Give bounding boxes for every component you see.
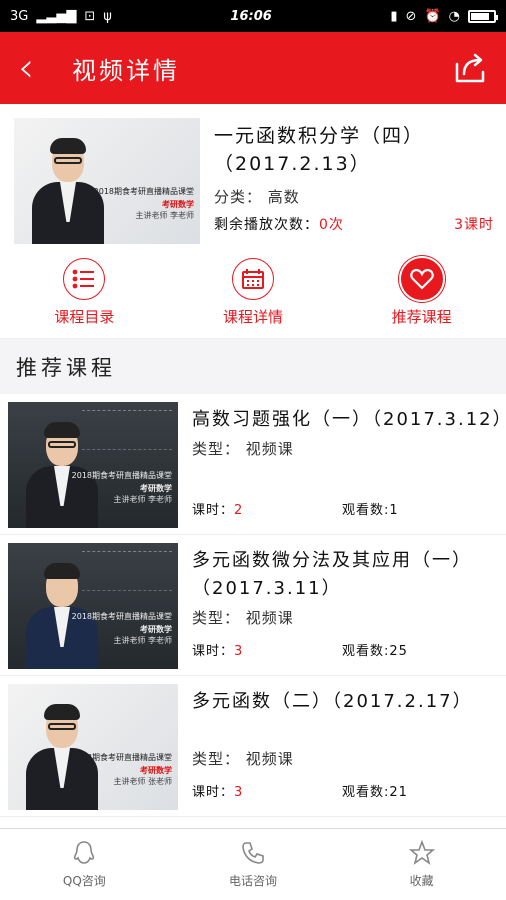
thumbnail-subject: 考研数学 bbox=[140, 624, 172, 634]
remaining-label: 剩余播放次数： bbox=[214, 217, 319, 233]
details-label: 课程详情 bbox=[222, 308, 283, 326]
thumbnail-caption: 2018期食考研直播精品课堂 bbox=[93, 187, 194, 197]
action-bar: 课程目录 课程详情 推荐课程 bbox=[0, 256, 506, 338]
heart-icon bbox=[400, 258, 443, 300]
item-type: 类型： 视频课 bbox=[192, 440, 294, 458]
notification-icon: ⊡ bbox=[84, 8, 96, 24]
details-button[interactable]: 课程详情 bbox=[183, 258, 323, 338]
thumbnail-caption: 2018期食考研直播精品课堂 bbox=[71, 753, 172, 763]
thumbnail-teacher: 主讲老师 李老师 bbox=[113, 494, 172, 504]
sim-icon: ▮ bbox=[390, 8, 398, 24]
course-hours: 3课时 bbox=[454, 217, 494, 233]
hours-value: 2 bbox=[234, 503, 244, 518]
favorite-button[interactable]: 收藏 bbox=[342, 829, 502, 900]
phone-icon bbox=[242, 842, 264, 864]
item-title: 多元函数（二）（2017.2.17） bbox=[192, 691, 473, 712]
battery-icon bbox=[467, 9, 498, 23]
thumbnail-teacher: 主讲老师 李老师 bbox=[113, 635, 172, 645]
item-hours: 课时：3 bbox=[192, 640, 342, 659]
list-item[interactable]: 2018期食考研直播精品课堂 考研数学 主讲老师 李老师 高数习题强化（一）（2… bbox=[0, 394, 506, 535]
hours-value: 3 bbox=[234, 644, 244, 659]
signal-icon: ▂▃▅▇ bbox=[36, 8, 77, 24]
qq-consult-button[interactable]: QQ咨询 bbox=[4, 829, 164, 900]
thumbnail-teacher: 主讲老师 李老师 bbox=[135, 210, 194, 220]
section-title: 推荐课程 bbox=[0, 338, 506, 394]
course-category: 分类： 高数 bbox=[214, 188, 300, 206]
phone-consult-button[interactable]: 电话咨询 bbox=[173, 829, 333, 900]
usb-icon: ψ bbox=[103, 8, 112, 24]
catalog-label: 课程目录 bbox=[54, 308, 115, 326]
item-type: 类型： 视频课 bbox=[192, 609, 294, 627]
share-icon[interactable] bbox=[452, 50, 488, 86]
item-title: 高数习题强化（一）（2017.3.12） bbox=[192, 409, 506, 430]
list-item[interactable]: 2018期食考研直播精品课堂 考研数学 主讲老师 李老师 多元函数微分法及其应用… bbox=[0, 535, 506, 676]
list-item[interactable]: 2018期食考研直播精品课堂 考研数学 主讲老师 张老师 多元函数（二）（201… bbox=[0, 676, 506, 817]
app-bar: ‹ 视频详情 bbox=[0, 32, 506, 104]
chevron-left-icon[interactable]: ‹ bbox=[18, 48, 58, 88]
thumbnail-teacher: 主讲老师 张老师 bbox=[113, 776, 172, 786]
hours-label: 课时： bbox=[192, 644, 235, 659]
catalog-button[interactable]: 课程目录 bbox=[14, 258, 154, 338]
alarm-icon: ⏰ bbox=[424, 8, 441, 24]
remaining-plays: 剩余播放次数：0次 bbox=[214, 214, 344, 234]
hours-value: 3 bbox=[234, 785, 244, 800]
item-hours: 课时：2 bbox=[192, 499, 342, 518]
thumbnail-subject: 考研数学 bbox=[162, 199, 194, 209]
course-thumbnail[interactable]: 2018期食考研直播精品课堂 考研数学 主讲老师 李老师 bbox=[8, 402, 178, 528]
hours-label: 课时： bbox=[192, 785, 235, 800]
favorite-label: 收藏 bbox=[409, 874, 434, 888]
mute-icon: ⊘ bbox=[405, 8, 417, 24]
remaining-value: 0次 bbox=[319, 217, 344, 233]
thumbnail-caption: 2018期食考研直播精品课堂 bbox=[71, 612, 172, 622]
calendar-icon bbox=[231, 258, 274, 300]
course-title: 一元函数积分学（四）（2017.2.13） bbox=[214, 125, 425, 175]
star-icon bbox=[408, 840, 435, 865]
clock: 16:06 bbox=[230, 8, 272, 24]
item-title: 多元函数微分法及其应用（一）（2017.3.11） bbox=[192, 550, 472, 599]
item-hours: 课时：3 bbox=[192, 781, 342, 800]
thumbnail-subject: 考研数学 bbox=[140, 483, 172, 493]
course-thumbnail[interactable]: 2018期食考研直播精品课堂 考研数学 主讲老师 张老师 bbox=[8, 684, 178, 810]
thumbnail-caption: 2018期食考研直播精品课堂 bbox=[71, 471, 172, 481]
network-indicator: 3G bbox=[10, 8, 29, 24]
item-views: 观看数:25 bbox=[342, 644, 408, 659]
list-icon bbox=[63, 258, 106, 300]
wifi-icon: ◔ bbox=[448, 8, 460, 24]
status-bar: 3G ▂▃▅▇ ⊡ ψ 16:06 ▮ ⊘ ⏰ ◔ bbox=[0, 0, 506, 32]
course-header: 2018期食考研直播精品课堂 考研数学 主讲老师 李老师 一元函数积分学（四）（… bbox=[0, 104, 506, 256]
phone-consult-label: 电话咨询 bbox=[228, 874, 277, 888]
item-type: 类型： 视频课 bbox=[192, 750, 294, 768]
recommended-list: 2018期食考研直播精品课堂 考研数学 主讲老师 李老师 高数习题强化（一）（2… bbox=[0, 394, 506, 817]
item-views: 观看数:1 bbox=[342, 503, 399, 518]
item-views: 观看数:21 bbox=[342, 785, 408, 800]
course-thumbnail[interactable]: 2018期食考研直播精品课堂 考研数学 主讲老师 李老师 bbox=[8, 543, 178, 669]
recommend-button[interactable]: 推荐课程 bbox=[352, 258, 492, 338]
recommend-label: 推荐课程 bbox=[391, 308, 452, 326]
course-thumbnail[interactable]: 2018期食考研直播精品课堂 考研数学 主讲老师 李老师 bbox=[14, 118, 200, 244]
qq-consult-label: QQ咨询 bbox=[62, 874, 106, 888]
hours-label: 课时： bbox=[192, 503, 235, 518]
bottom-nav: QQ咨询 电话咨询 收藏 bbox=[0, 828, 506, 900]
qq-icon bbox=[74, 841, 95, 864]
page-title: 视频详情 bbox=[72, 56, 180, 85]
thumbnail-subject: 考研数学 bbox=[140, 765, 172, 775]
